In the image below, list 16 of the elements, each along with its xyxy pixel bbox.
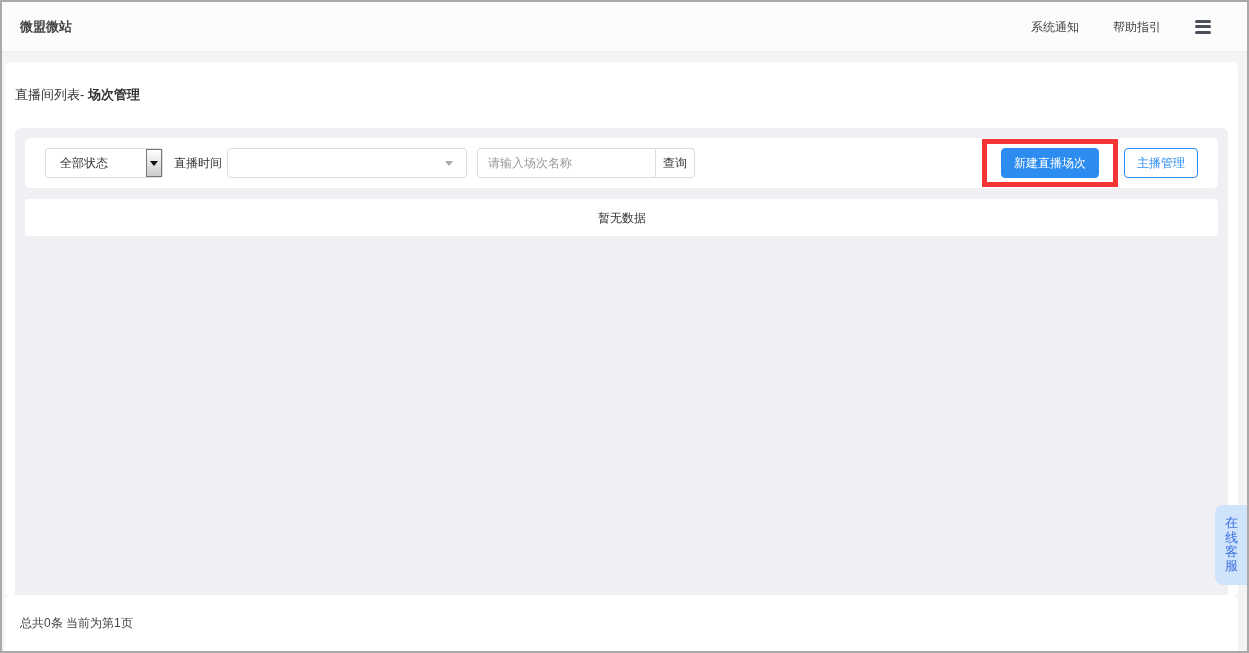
search-field[interactable]: 请输入场次名称 bbox=[477, 148, 656, 178]
status-select[interactable]: 全部状态 bbox=[45, 148, 163, 178]
time-label: 直播时间 bbox=[174, 155, 222, 172]
online-service-tab[interactable]: 在线客服 bbox=[1215, 505, 1247, 585]
date-range-field[interactable] bbox=[227, 148, 467, 178]
empty-text: 暂无数据 bbox=[597, 209, 646, 227]
page-summary: 总共0条 当前为第1页 bbox=[20, 615, 133, 632]
search-button[interactable]: 查询 bbox=[656, 148, 695, 178]
site-logo: 微盟微站 bbox=[20, 17, 72, 36]
menu-icon[interactable] bbox=[1195, 18, 1211, 35]
header-link[interactable]: 帮助指引 bbox=[1113, 17, 1161, 36]
breadcrumb: 直播间列表- 场次管理 bbox=[15, 86, 140, 105]
header-link[interactable]: 系统通知 bbox=[1031, 17, 1079, 36]
manage-button[interactable]: 主播管理 bbox=[1124, 148, 1198, 178]
caret-icon bbox=[445, 160, 453, 166]
dropdown-icon bbox=[146, 149, 162, 177]
